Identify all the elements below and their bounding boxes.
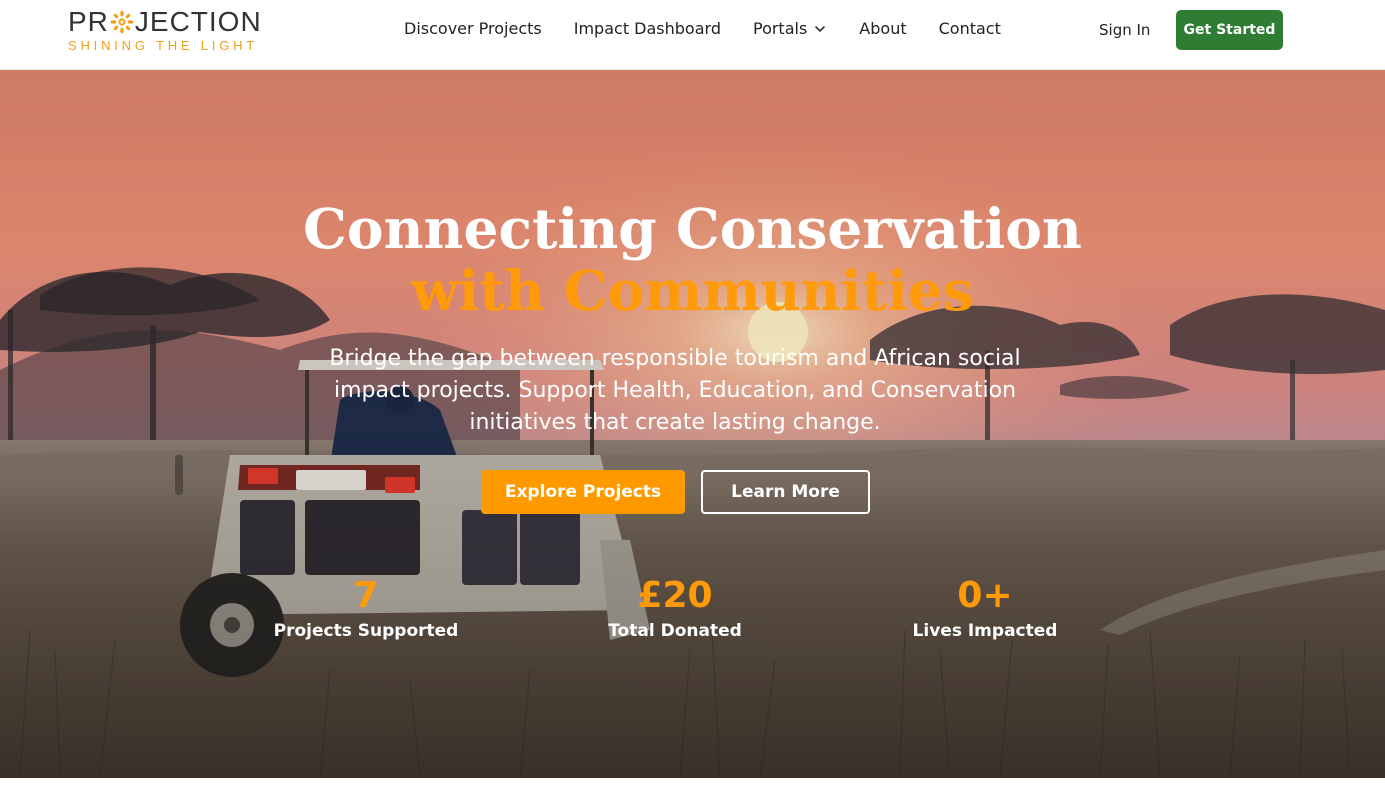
nav-discover-projects[interactable]: Discover Projects bbox=[404, 19, 542, 38]
nav-label: Impact Dashboard bbox=[573, 19, 721, 38]
hero-title-line-1: Connecting Conservation bbox=[303, 196, 1082, 261]
stat-lives-impacted: 0+ Lives Impacted bbox=[870, 575, 1100, 643]
stat-label: Projects Supported bbox=[273, 621, 459, 641]
hero-section: Connecting Conservation with Communities… bbox=[0, 70, 1385, 778]
brand-name-right: JECTION bbox=[134, 6, 262, 37]
learn-more-button[interactable]: Learn More bbox=[701, 470, 870, 514]
chevron-down-icon bbox=[815, 25, 826, 32]
nav-label: Discover Projects bbox=[404, 19, 542, 38]
nav-portals-dropdown[interactable]: Portals bbox=[753, 19, 827, 38]
sun-logo-icon bbox=[110, 10, 134, 34]
stat-label: Lives Impacted bbox=[912, 621, 1058, 641]
nav-impact-dashboard[interactable]: Impact Dashboard bbox=[574, 19, 721, 38]
nav-label: Portals bbox=[752, 19, 808, 38]
main-nav: Discover Projects Impact Dashboard Porta… bbox=[404, 19, 1033, 38]
brand-name-left: PR bbox=[68, 6, 109, 37]
stat-value: 7 bbox=[353, 575, 379, 616]
site-header: PR JECTION SHINING THE LIGHT Discover Pr… bbox=[0, 0, 1385, 70]
stat-projects-supported: 7 Projects Supported bbox=[251, 575, 481, 643]
nav-about[interactable]: About bbox=[859, 19, 906, 38]
hero-subtitle: Bridge the gap between responsible touri… bbox=[329, 346, 1021, 435]
stat-value: 0+ bbox=[957, 575, 1013, 616]
hero-title: Connecting Conservation with Communities bbox=[0, 198, 1385, 322]
brand-logo[interactable]: PR JECTION SHINING THE LIGHT bbox=[68, 8, 268, 54]
nav-label: Contact bbox=[938, 19, 1001, 38]
explore-projects-button[interactable]: Explore Projects bbox=[481, 470, 685, 514]
sign-in-link[interactable]: Sign In bbox=[1099, 21, 1150, 39]
stat-value: £20 bbox=[637, 575, 713, 616]
get-started-button[interactable]: Get Started bbox=[1176, 10, 1283, 50]
brand-tagline: SHINING THE LIGHT bbox=[68, 38, 259, 53]
nav-contact[interactable]: Contact bbox=[939, 19, 1001, 38]
hero-title-line-2: with Communities bbox=[411, 258, 974, 323]
brand-wordmark: PR JECTION bbox=[68, 8, 268, 36]
stat-label: Total Donated bbox=[608, 621, 742, 641]
stat-total-donated: £20 Total Donated bbox=[560, 575, 790, 643]
nav-label: About bbox=[859, 19, 907, 38]
